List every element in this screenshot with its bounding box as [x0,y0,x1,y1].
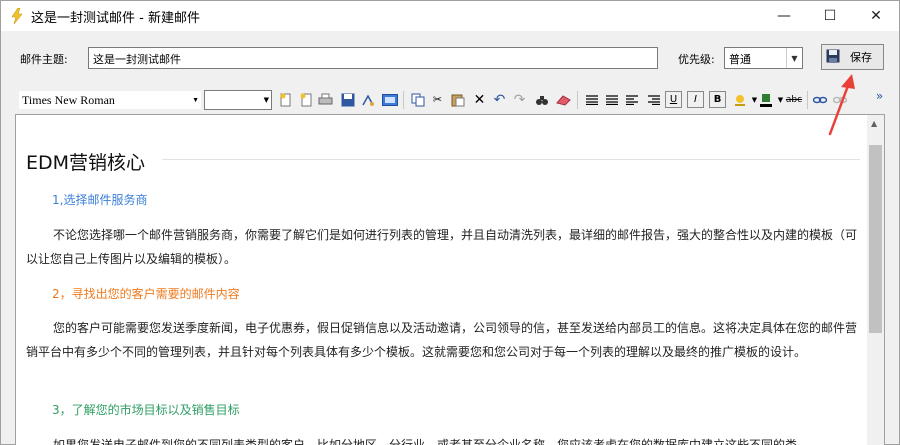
save-button[interactable]: 保存 [821,44,884,70]
print-icon[interactable] [317,91,334,108]
align-left-icon[interactable] [583,91,600,108]
document-heading: EDM营销核心 [26,152,146,174]
font-name-value: Times New Roman [22,93,115,107]
title-bar: 这是一封测试邮件 - 新建邮件 — ☐ ✕ [1,1,899,31]
chevron-down-icon: ▼ [263,96,269,104]
section-2-body: 您的客户可能需要您发送季度新闻，电子优惠券，假日促销信息以及活动邀请，公司领导的… [26,321,858,359]
new-document-icon[interactable] [277,91,294,108]
bold-button[interactable]: B [709,91,726,108]
subject-label: 邮件主题: [20,53,68,66]
close-button[interactable]: ✕ [853,1,899,31]
align-right-icon[interactable] [645,91,662,108]
scrollbar-thumb[interactable] [869,145,882,333]
paste-icon[interactable] [449,91,466,108]
cut-icon[interactable]: ✂ [429,91,446,108]
section-3-title: 3，了解您的市场目标以及销售目标 [52,403,240,417]
copy-icon[interactable] [409,91,426,108]
find-icon[interactable] [359,91,376,108]
italic-button[interactable]: I [687,91,704,108]
insert-image-icon[interactable] [381,91,398,108]
eraser-icon[interactable] [555,91,572,108]
section-1-title: 1,选择邮件服务商 [52,193,148,207]
heading-divider [162,159,860,160]
floppy-disk-icon [826,49,840,66]
toolbar-overflow-button[interactable]: » [871,87,888,104]
toolbar-separator [577,91,578,109]
align-center-icon[interactable] [623,91,640,108]
chevron-down-icon: ▼ [192,96,199,104]
priority-value: 普通 [729,53,751,66]
link-icon[interactable] [811,91,828,108]
vertical-scrollbar[interactable]: ▲ [867,115,884,445]
open-document-icon[interactable] [297,91,314,108]
maximize-button[interactable]: ☐ [807,1,853,31]
save-label: 保存 [850,51,872,64]
chevron-down-icon: ▼ [786,48,802,68]
unlink-icon[interactable] [831,91,848,108]
undo-icon[interactable]: ↶ [491,91,508,108]
font-name-select[interactable]: Times New Roman ▼ [18,90,202,110]
email-editor-window: 这是一封测试邮件 - 新建邮件 — ☐ ✕ 邮件主题: 这是一封测试邮件 优先级… [0,0,900,445]
strikethrough-button[interactable]: abc [784,91,804,108]
window-title: 这是一封测试邮件 - 新建邮件 [31,10,200,26]
section-2-title: 2，寻找出您的客户需要的邮件内容 [52,287,240,301]
font-size-select[interactable]: ▼ [204,90,272,110]
minimize-button[interactable]: — [761,1,807,31]
redo-icon[interactable]: ↷ [511,91,528,108]
section-1-body: 不论您选择哪一个邮件营销服务商，你需要了解它们是如何进行列表的管理，并且自动清洗… [26,228,858,266]
subject-value: 这是一封测试邮件 [93,53,181,66]
toolbar-separator [807,91,808,109]
underline-button[interactable]: U [665,91,682,108]
toolbar-separator [403,91,404,109]
binoculars-icon[interactable] [533,91,550,108]
format-toolbar: Times New Roman ▼ ▼ ✂ ✕ ↶ ↷ U I B ▼ ▼ ab… [1,87,899,113]
priority-select[interactable]: 普通 ▼ [724,47,803,69]
scroll-up-arrow-icon[interactable]: ▲ [871,119,877,128]
priority-label: 优先级: [678,53,715,66]
email-body-editor[interactable]: EDM营销核心 1,选择邮件服务商 不论您选择哪一个邮件营销服务商，你需要了解它… [15,114,885,445]
delete-icon[interactable]: ✕ [471,91,488,108]
section-3-body: 如果您发送电子邮件到您的不同列表类型的客户，比如分地区，分行业，或者甚至分企业名… [53,438,798,445]
subject-input[interactable]: 这是一封测试邮件 [88,47,658,69]
save-icon[interactable] [339,91,356,108]
lightning-icon [7,6,27,26]
justify-icon[interactable] [603,91,620,108]
